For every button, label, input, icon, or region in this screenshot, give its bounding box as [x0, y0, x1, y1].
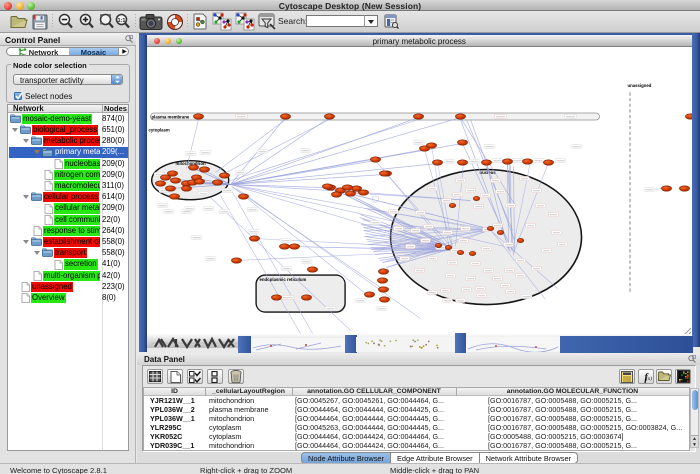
svg-text:(x): (x)	[646, 375, 652, 382]
svg-text:plasma membrane: plasma membrane	[151, 114, 189, 119]
svg-text:unassigned: unassigned	[627, 83, 651, 88]
svg-text:cytoplasm: cytoplasm	[148, 127, 169, 132]
